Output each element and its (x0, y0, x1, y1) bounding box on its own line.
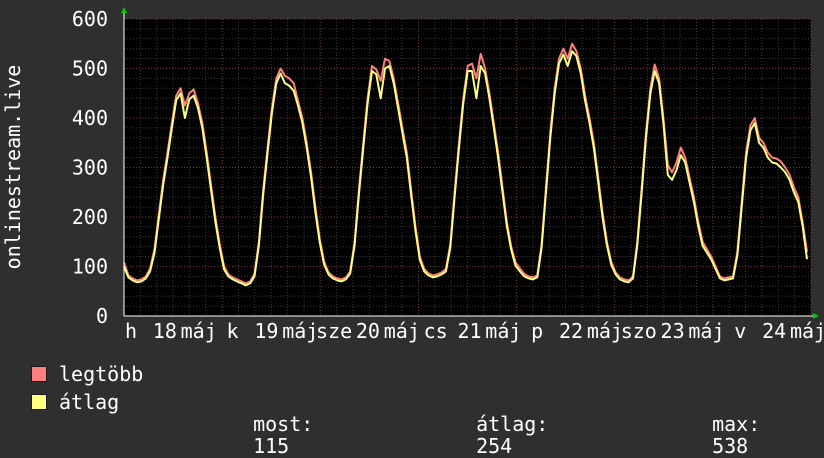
x-tick-label: p (531, 319, 543, 343)
x-tick-label: sze (316, 319, 352, 343)
y-axis-label: onlinestream.live (1, 65, 25, 270)
legend-item-max: legtöbb (31, 363, 143, 385)
stat-max-label: max: (712, 412, 761, 436)
legend-swatch-avg (31, 394, 47, 410)
x-tick-label: 24 (762, 319, 786, 343)
y-tick-labels: 0 100 200 300 400 500 600 (72, 7, 108, 328)
stat-max-value: 538 (712, 434, 749, 458)
legend-label-avg: átlag (59, 390, 120, 414)
y-tick-label: 100 (72, 255, 108, 279)
y-tick-label: 300 (72, 156, 108, 180)
x-tick-label: máj (485, 319, 521, 343)
x-tick-label: h (125, 319, 137, 343)
x-tick-label: v (734, 319, 746, 343)
x-tick-label: máj (688, 319, 724, 343)
stat-now-label: most: (253, 412, 314, 436)
x-tick-label: máj (282, 319, 318, 343)
legend-label-max: legtöbb (59, 362, 144, 386)
x-tick-label: 18 (153, 319, 177, 343)
x-tick-label: k (227, 319, 239, 343)
x-tick-label: 21 (457, 319, 481, 343)
stat-now-value: 115 (253, 434, 290, 458)
stat-avg: átlag: 254 (452, 391, 548, 457)
legend-swatch-max (31, 366, 47, 382)
stat-now: most: 115 (229, 391, 313, 457)
x-tick-label: cs (424, 319, 448, 343)
x-tick-label: szo (621, 319, 657, 343)
x-tick-label: máj (790, 319, 824, 343)
stat-avg-value: 254 (476, 434, 513, 458)
x-tick-label: 23 (661, 319, 685, 343)
stat-avg-label: átlag: (476, 412, 549, 436)
stat-max: max: 538 (688, 391, 760, 457)
x-tick-label: máj (384, 319, 420, 343)
x-tick-label: máj (587, 319, 623, 343)
y-tick-label: 400 (72, 106, 108, 130)
x-tick-label: 20 (356, 319, 380, 343)
x-tick-labels: h 18 máj k 19 májsze 20 máj cs 21 máj p 22 májszo 23 má… (125, 319, 824, 343)
x-tick-label: 19 (254, 319, 278, 343)
x-tick-label: máj (181, 319, 217, 343)
y-tick-label: 600 (72, 7, 108, 31)
y-tick-label: 0 (96, 304, 108, 328)
x-tick-label: 22 (559, 319, 583, 343)
y-tick-label: 200 (72, 205, 108, 229)
legend-item-avg: átlag (31, 391, 119, 413)
y-tick-label: 500 (72, 57, 108, 81)
y-axis-arrow (121, 7, 127, 13)
